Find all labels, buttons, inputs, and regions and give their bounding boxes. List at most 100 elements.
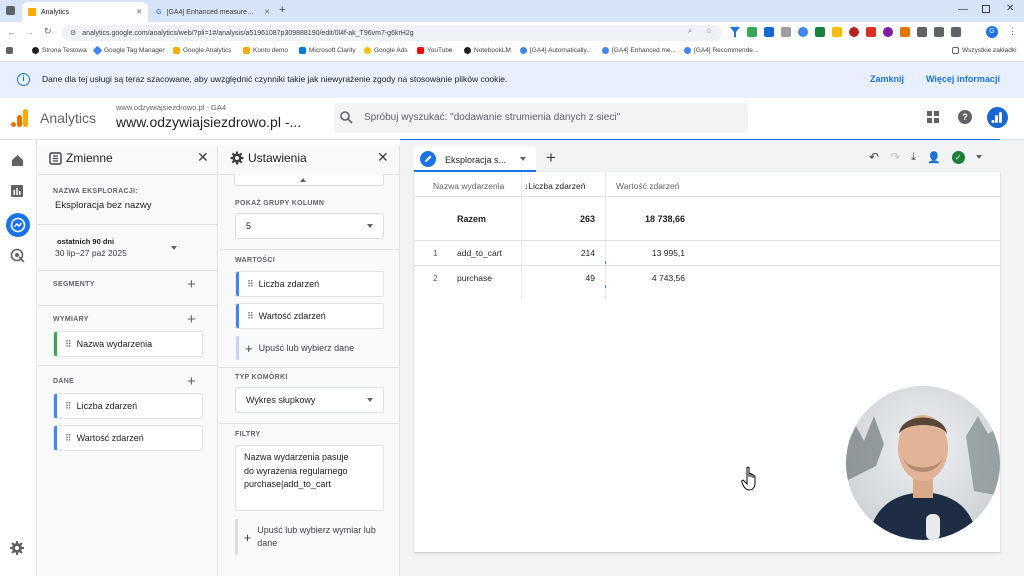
- bookmark-item[interactable]: YouTube: [417, 47, 453, 54]
- banner-more-info-link[interactable]: Więcej informacji: [926, 74, 1000, 84]
- explore-icon[interactable]: [6, 213, 30, 237]
- bookmark-star-icon[interactable]: ☆: [706, 27, 712, 35]
- column-header-event-count[interactable]: ↓Liczba zdarzeń: [524, 181, 585, 191]
- window-close-icon[interactable]: ✕: [1006, 3, 1014, 14]
- apps-grid-icon[interactable]: [927, 111, 939, 123]
- drag-handle-icon[interactable]: ⠿: [247, 279, 254, 290]
- extension-icon[interactable]: [815, 27, 825, 37]
- apps-icon[interactable]: [6, 47, 13, 54]
- download-icon[interactable]: ⤓: [911, 151, 916, 164]
- tab-enhanced-measurement[interactable]: G [GA4] Enhanced measurement ✕: [150, 2, 276, 22]
- reload-icon[interactable]: ↻: [44, 26, 52, 37]
- panel-border: [217, 146, 218, 576]
- extension-icon[interactable]: [747, 27, 757, 37]
- profile-avatar[interactable]: G: [986, 26, 998, 38]
- metric-chip[interactable]: ⠿ Wartość zdarzeń: [53, 425, 203, 451]
- close-settings-button[interactable]: ✕: [377, 149, 389, 166]
- site-info-icon[interactable]: ⚙: [70, 29, 76, 37]
- bookmark-item[interactable]: Strona Testowa: [32, 47, 87, 54]
- minimize-icon[interactable]: —: [958, 4, 968, 15]
- bookmark-item[interactable]: Microsoft Clarity: [299, 47, 356, 54]
- extension-icon[interactable]: [866, 27, 876, 37]
- value-chip[interactable]: ⠿ Wartość zdarzeń: [235, 303, 384, 329]
- bookmark-item[interactable]: NotebookLM: [464, 47, 511, 54]
- extension-icon[interactable]: [900, 27, 910, 37]
- value-chip[interactable]: ⠿ Liczba zdarzeń: [235, 271, 384, 297]
- column-header-event-name[interactable]: Nazwa wydarzenia: [433, 181, 504, 191]
- checkmark-status-icon[interactable]: ✓: [951, 150, 965, 164]
- bookmark-item[interactable]: Google Ads: [364, 47, 408, 54]
- filter-chip[interactable]: Nazwa wydarzenia pasuje do wyrażenia reg…: [235, 445, 384, 511]
- bookmark-item[interactable]: [GA4] Enhanced me...: [602, 47, 676, 54]
- admin-gear-icon[interactable]: [10, 541, 27, 558]
- extension-icon[interactable]: [781, 27, 791, 37]
- filter-extension-icon[interactable]: [730, 27, 740, 37]
- extension-icon[interactable]: [917, 27, 927, 37]
- table-row[interactable]: 1 add_to_cart 214 13 995,1: [414, 240, 1000, 265]
- metric-chip[interactable]: ⠿ Liczba zdarzeń: [53, 393, 203, 419]
- advertising-icon[interactable]: [10, 248, 27, 265]
- bookmark-item[interactable]: [GA4] Automatically...: [520, 47, 592, 54]
- sidepanel-icon[interactable]: [951, 27, 961, 37]
- share-user-add-icon[interactable]: 👤: [927, 151, 941, 164]
- edit-pencil-icon[interactable]: [420, 151, 436, 167]
- cell-type-select[interactable]: Wykres słupkowy: [235, 387, 384, 413]
- extension-icon[interactable]: [764, 27, 774, 37]
- chevron-down-icon[interactable]: [975, 155, 982, 159]
- chevron-down-icon[interactable]: [520, 157, 526, 161]
- close-variables-button[interactable]: ✕: [197, 149, 209, 166]
- extension-icon[interactable]: [883, 27, 893, 37]
- column-header-event-value[interactable]: Wartość zdarzeń: [616, 181, 679, 191]
- drop-value-zone[interactable]: + Upuść lub wybierz dane: [235, 335, 384, 361]
- home-icon[interactable]: [10, 153, 27, 170]
- table-row[interactable]: 2 purchase 49 4 743,56: [414, 265, 1000, 289]
- help-icon[interactable]: ?: [958, 110, 972, 124]
- reports-icon[interactable]: [10, 184, 27, 201]
- bookmark-label: NotebookLM: [474, 47, 511, 54]
- drop-dimension-zone[interactable]: + Upuść lub wybierz wymiar lub dane: [235, 517, 384, 557]
- maximize-icon[interactable]: [982, 5, 990, 13]
- puzzle-icon[interactable]: [934, 27, 944, 37]
- date-range-picker[interactable]: ostatnich 90 dni 30 lip–27 paź 2025: [53, 232, 203, 264]
- previous-field-bottom[interactable]: [234, 174, 384, 186]
- banner-close-button[interactable]: Zamknij: [870, 74, 904, 84]
- property-selector[interactable]: www.odzywiajsiezdrowo.pl -...: [116, 114, 301, 130]
- drag-handle-icon[interactable]: ⠿: [65, 339, 72, 350]
- analytics-logo-icon[interactable]: [10, 108, 30, 128]
- close-icon[interactable]: ✕: [136, 8, 142, 16]
- bookmark-item[interactable]: Konto demo: [243, 47, 288, 54]
- tab-analytics[interactable]: Analytics ✕: [22, 2, 148, 22]
- extension-icon[interactable]: [849, 27, 859, 37]
- bookmark-item[interactable]: Google Tag Manager: [92, 45, 165, 56]
- bookmark-item[interactable]: [GA4] Recommende...: [684, 47, 758, 54]
- exploration-name-input[interactable]: Eksploracja bez nazwy: [55, 200, 152, 211]
- account-avatar[interactable]: [987, 107, 1008, 128]
- drag-handle-icon[interactable]: ⠿: [65, 401, 72, 412]
- tab-search-icon[interactable]: [6, 6, 15, 15]
- search-input[interactable]: Spróbuj wyszukać: "dodawanie strumienia …: [334, 103, 748, 133]
- redo-icon[interactable]: ↷: [890, 150, 900, 164]
- chevron-down-icon: [367, 398, 373, 402]
- add-dimension-button[interactable]: +: [187, 312, 196, 327]
- add-tab-button[interactable]: +: [546, 148, 556, 168]
- extension-icon[interactable]: [832, 27, 842, 37]
- menu-icon[interactable]: ⋮: [1008, 26, 1017, 37]
- drag-handle-icon[interactable]: ⠿: [247, 311, 254, 322]
- new-tab-icon[interactable]: +: [279, 4, 285, 16]
- dimension-chip[interactable]: ⠿ Nazwa wydarzenia: [53, 331, 203, 357]
- column-groups-select[interactable]: 5: [235, 213, 384, 239]
- zoom-icon[interactable]: ⌕: [688, 28, 692, 36]
- divider: [414, 196, 1000, 197]
- tab-exploration[interactable]: Eksploracja s...: [414, 146, 536, 172]
- undo-icon[interactable]: ↶: [869, 150, 879, 164]
- add-segment-button[interactable]: +: [187, 277, 196, 292]
- add-metric-button[interactable]: +: [187, 374, 196, 389]
- extension-icon[interactable]: [798, 27, 808, 37]
- forward-icon[interactable]: →: [25, 27, 34, 37]
- close-icon[interactable]: ✕: [264, 8, 270, 16]
- back-icon[interactable]: ←: [7, 27, 16, 37]
- url-field[interactable]: ⚙ analytics.google.com/analytics/web/?pl…: [62, 25, 722, 41]
- all-bookmarks[interactable]: Wszystkie zakładki: [952, 47, 1017, 54]
- drag-handle-icon[interactable]: ⠿: [65, 433, 72, 444]
- bookmark-item[interactable]: Google Analytics: [173, 47, 231, 54]
